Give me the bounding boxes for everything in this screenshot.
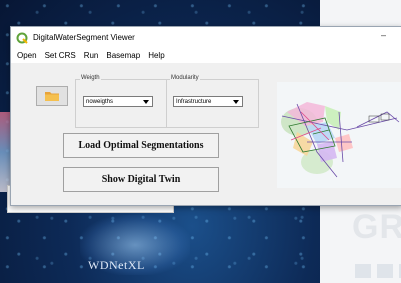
parameters-group: Weigth Modularity noweigths Infrastructu… [75, 75, 259, 128]
load-optimal-segmentations-button[interactable]: Load Optimal Segmentations [63, 133, 219, 158]
network-map-preview [277, 82, 401, 188]
background-heading: GR [352, 208, 401, 246]
show-digital-twin-button[interactable]: Show Digital Twin [63, 167, 219, 192]
modularity-label: Modularity [170, 75, 200, 81]
menu-basemap[interactable]: Basemap [102, 51, 144, 60]
window-title: DigitalWaterSegment Viewer [33, 33, 135, 42]
background-logo-text: WDNetXL [88, 258, 145, 272]
dropdown-arrow-icon [143, 100, 149, 104]
main-panel: Weigth Modularity noweigths Infrastructu… [11, 63, 401, 205]
app-window: DigitalWaterSegment Viewer – Open Set CR… [10, 26, 401, 206]
minimize-button[interactable]: – [381, 30, 386, 40]
menu-bar: Open Set CRS Run Basemap Help [11, 48, 401, 63]
modularity-selected-value: Infrastructure [176, 99, 212, 105]
weigth-dropdown[interactable]: noweigths [83, 96, 153, 107]
dropdown-arrow-icon [233, 100, 239, 104]
group-divider [166, 80, 167, 127]
modularity-dropdown[interactable]: Infrastructure [173, 96, 243, 107]
weigth-selected-value: noweigths [86, 99, 114, 105]
menu-help[interactable]: Help [144, 51, 168, 60]
background-tiles [355, 264, 401, 278]
title-bar[interactable]: DigitalWaterSegment Viewer – [11, 27, 401, 48]
menu-set-crs[interactable]: Set CRS [41, 51, 80, 60]
menu-open[interactable]: Open [13, 51, 41, 60]
weigth-label: Weigth [80, 75, 101, 81]
qgis-icon [16, 32, 28, 44]
open-folder-button[interactable] [36, 86, 68, 106]
folder-icon [45, 92, 59, 101]
menu-run[interactable]: Run [80, 51, 103, 60]
